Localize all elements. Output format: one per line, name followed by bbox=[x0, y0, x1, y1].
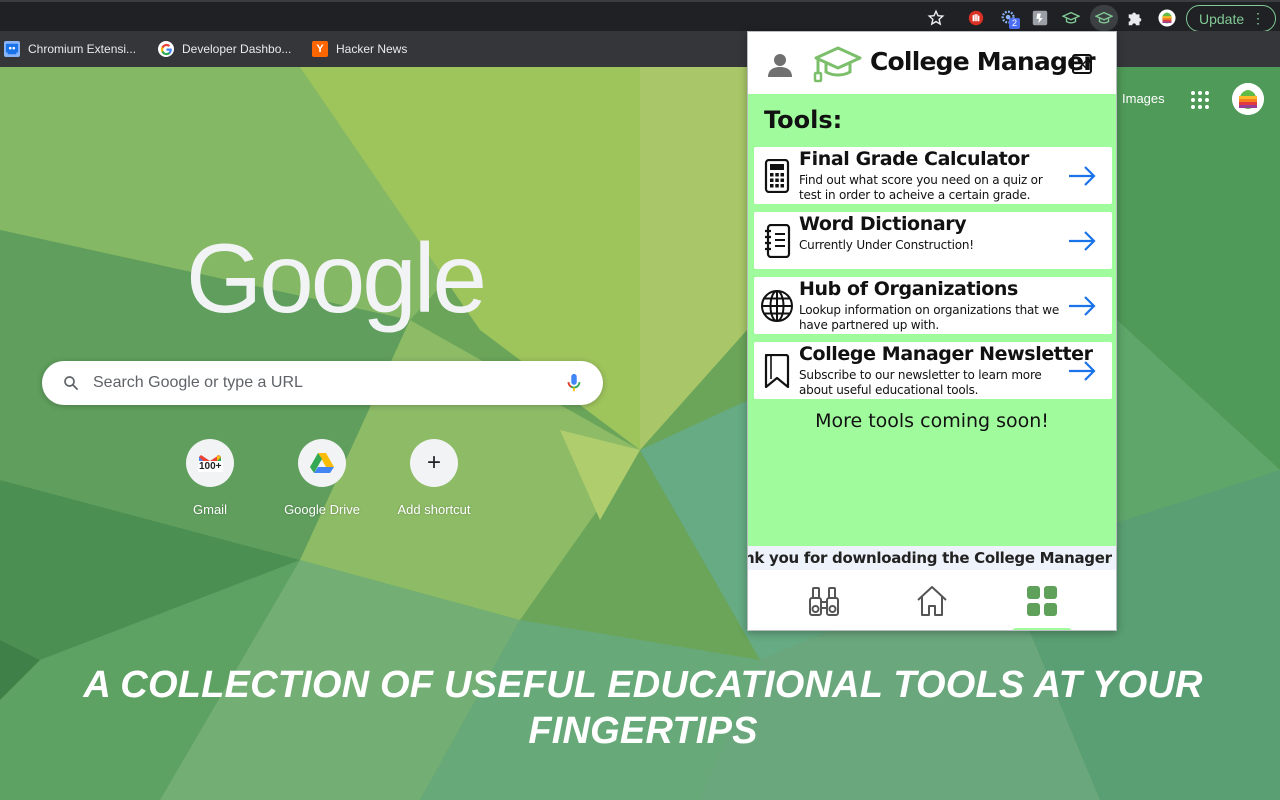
bookmark-label: Hacker News bbox=[336, 42, 408, 56]
active-tab-indicator bbox=[1012, 628, 1072, 630]
bookmark-chromium-extensions[interactable]: Chromium Extensi... bbox=[4, 40, 136, 58]
shortcut-label: Google Drive bbox=[284, 502, 360, 517]
tool-card-final-grade-calculator[interactable]: Final Grade Calculator Find out what sco… bbox=[754, 147, 1112, 204]
promo-tagline: A COLLECTION OF USEFUL EDUCATIONAL TOOLS… bbox=[0, 662, 1280, 754]
tagline-line-1: A COLLECTION OF USEFUL EDUCATIONAL TOOLS… bbox=[83, 664, 1203, 706]
puzzle-extensions-icon[interactable] bbox=[1124, 7, 1146, 29]
arrow-right-icon[interactable] bbox=[1067, 360, 1097, 382]
tool-description: Lookup information on organizations that… bbox=[799, 303, 1060, 332]
arrow-right-icon[interactable] bbox=[1067, 165, 1097, 187]
gmail-icon: 100+ bbox=[186, 439, 234, 487]
bookmark-hacker-news[interactable]: Y Hacker News bbox=[312, 40, 407, 58]
gear-extension-icon[interactable]: 2 bbox=[998, 7, 1020, 29]
google-apps-icon[interactable] bbox=[1190, 90, 1210, 110]
bookmark-label: Developer Dashbo... bbox=[182, 42, 292, 56]
user-icon[interactable] bbox=[767, 52, 793, 78]
graduation-cap-extension-icon[interactable] bbox=[1060, 7, 1082, 29]
bookmark-label: Chromium Extensi... bbox=[28, 42, 137, 56]
microphone-icon[interactable] bbox=[565, 373, 583, 393]
tool-description: Find out what score you need on a quiz o… bbox=[799, 173, 1043, 202]
globe-icon bbox=[761, 290, 793, 322]
home-icon[interactable] bbox=[915, 584, 949, 618]
tool-description: Currently Under Construction! bbox=[799, 238, 974, 252]
shortcut-label: Gmail bbox=[193, 502, 227, 517]
college-manager-popup: College Manager Tools: Final Grade Calcu… bbox=[747, 31, 1117, 631]
profile-avatar-icon[interactable] bbox=[1156, 7, 1178, 29]
google-drive-icon bbox=[298, 439, 346, 487]
marquee-text: nk you for downloading the College Manag… bbox=[748, 549, 1116, 567]
bookmark-icon bbox=[764, 354, 790, 388]
tagline-line-2: FINGERTIPS bbox=[528, 710, 758, 752]
bookmark-star-icon[interactable] bbox=[925, 7, 947, 29]
college-manager-extension-icon[interactable] bbox=[1090, 5, 1118, 31]
shortcut-label: Add shortcut bbox=[397, 502, 471, 517]
popup-title: College Manager bbox=[870, 47, 1096, 76]
tool-card-college-manager-newsletter[interactable]: College Manager Newsletter Subscribe to … bbox=[754, 342, 1112, 399]
browser-toolbar: 2 Update ⋮ bbox=[0, 0, 1280, 32]
shortcut-add[interactable]: + Add shortcut bbox=[378, 439, 490, 517]
search-box[interactable] bbox=[42, 361, 603, 405]
more-vert-icon[interactable]: ⋮ bbox=[1251, 10, 1265, 26]
arrow-right-icon[interactable] bbox=[1067, 295, 1097, 317]
tool-title: Final Grade Calculator bbox=[799, 148, 1029, 170]
shortcut-gmail[interactable]: 100+ Gmail bbox=[154, 439, 266, 517]
arrow-right-icon[interactable] bbox=[1067, 230, 1097, 252]
hacker-news-favicon: Y bbox=[312, 41, 328, 57]
tool-description: Subscribe to our newsletter to learn mor… bbox=[799, 368, 1042, 397]
tool-card-hub-of-organizations[interactable]: Hub of Organizations Lookup information … bbox=[754, 277, 1112, 334]
google-favicon bbox=[158, 41, 174, 57]
binoculars-icon[interactable] bbox=[807, 584, 841, 618]
tools-heading: Tools: bbox=[764, 106, 843, 134]
tool-title: Word Dictionary bbox=[799, 213, 967, 235]
calculator-icon bbox=[764, 159, 790, 193]
images-link[interactable]: Images bbox=[1122, 91, 1165, 106]
popup-bottom-nav bbox=[748, 570, 1116, 630]
popup-header: College Manager bbox=[748, 32, 1116, 94]
gmail-badge: 100+ bbox=[198, 461, 223, 472]
extension-badge: 2 bbox=[1009, 18, 1020, 29]
account-avatar-icon[interactable] bbox=[1232, 83, 1264, 115]
more-tools-text: More tools coming soon! bbox=[815, 410, 1049, 432]
update-label: Update bbox=[1199, 10, 1245, 27]
notebook-icon bbox=[765, 224, 791, 258]
close-button[interactable] bbox=[1072, 54, 1092, 74]
adblock-extension-icon[interactable] bbox=[965, 7, 987, 29]
plus-icon: + bbox=[410, 439, 458, 487]
close-icon bbox=[1076, 58, 1088, 70]
tool-title: College Manager Newsletter bbox=[799, 343, 1093, 365]
graduation-cap-logo-icon bbox=[813, 46, 862, 83]
gray-extension-icon[interactable] bbox=[1029, 7, 1051, 29]
search-input[interactable] bbox=[93, 371, 533, 395]
shortcut-google-drive[interactable]: Google Drive bbox=[266, 439, 378, 517]
search-icon bbox=[64, 376, 78, 390]
announcement-marquee: nk you for downloading the College Manag… bbox=[748, 546, 1116, 570]
update-button[interactable]: Update ⋮ bbox=[1186, 5, 1276, 32]
bookmark-developer-dashboard[interactable]: Developer Dashbo... bbox=[158, 40, 291, 58]
google-logo: Google bbox=[186, 223, 487, 333]
tool-title: Hub of Organizations bbox=[799, 278, 1018, 300]
tool-card-word-dictionary[interactable]: Word Dictionary Currently Under Construc… bbox=[754, 212, 1112, 269]
grid-icon[interactable] bbox=[1025, 584, 1059, 618]
chromium-extensions-favicon bbox=[4, 41, 20, 57]
